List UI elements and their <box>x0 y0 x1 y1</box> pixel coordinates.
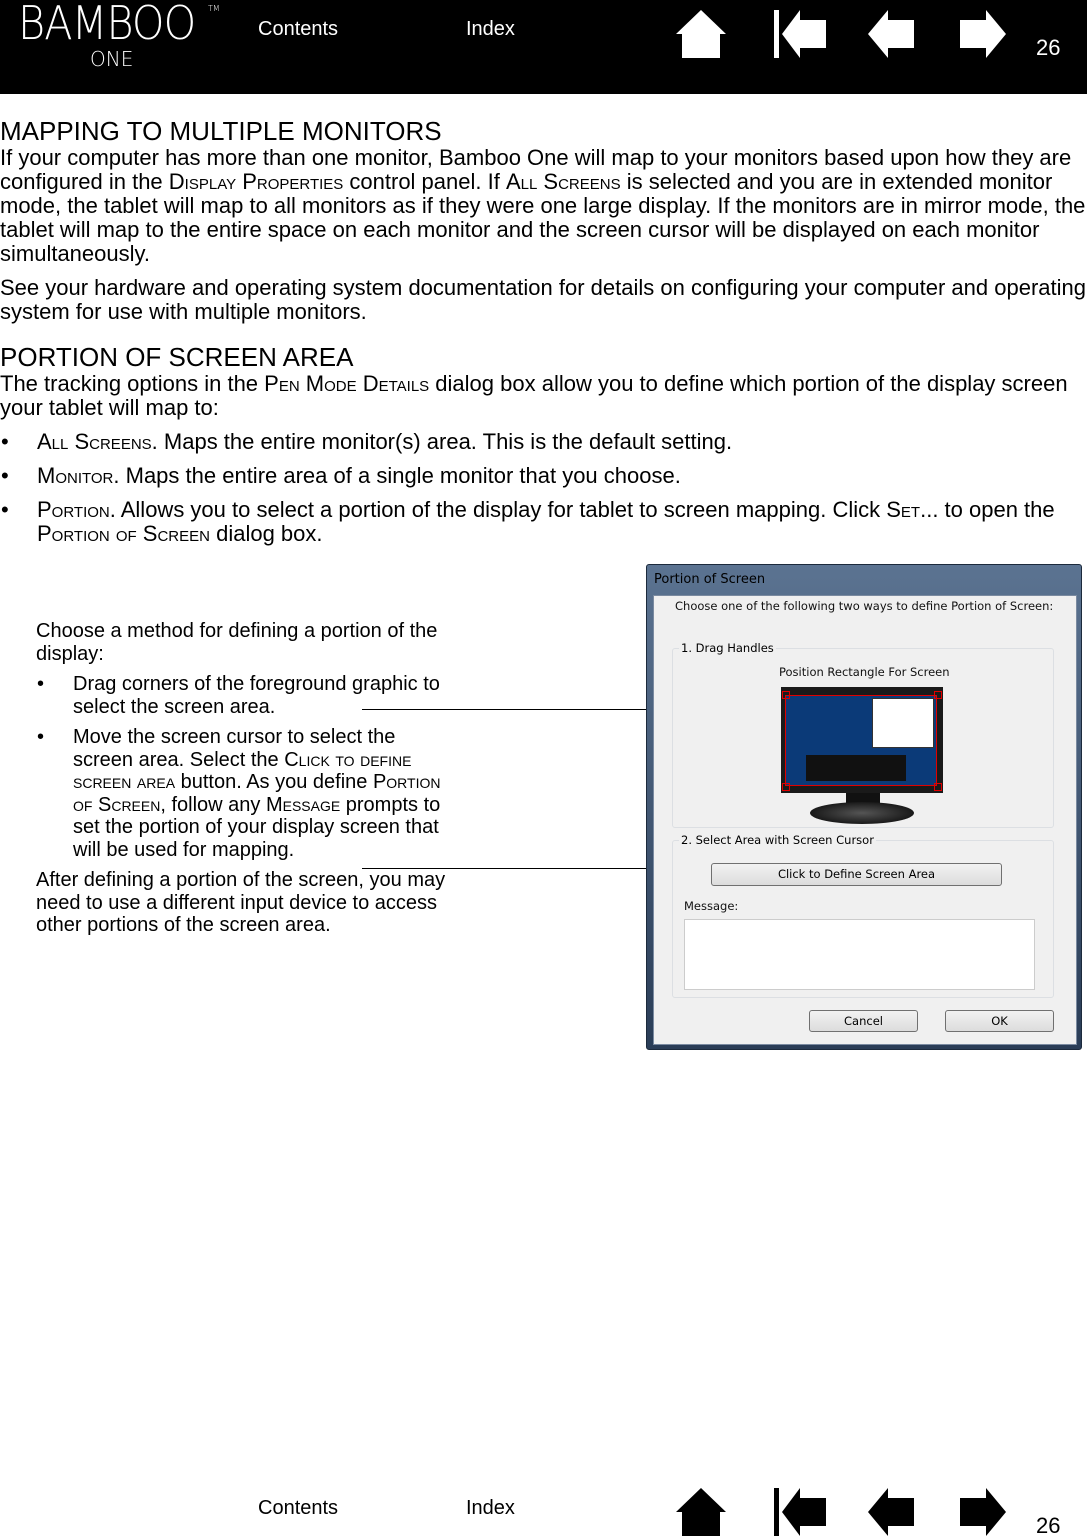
bullet-all-screens: All Screens. Maps the entire monitor(s) … <box>0 430 1087 455</box>
rect-label: Position Rectangle For Screen <box>779 665 950 679</box>
callout-intro: Choose a method for defining a portion o… <box>36 620 438 665</box>
dialog-body: Choose one of the following two ways to … <box>653 595 1077 1045</box>
drag-handle[interactable] <box>934 783 942 791</box>
home-icon[interactable] <box>674 1486 728 1538</box>
paragraph: If your computer has more than one monit… <box>0 145 1086 266</box>
bullet-portion: Portion. Allows you to select a portion … <box>0 498 1087 546</box>
drag-handle[interactable] <box>782 783 790 791</box>
dialog-instruction: Choose one of the following two ways to … <box>675 599 1054 613</box>
contents-link[interactable]: Contents <box>258 18 338 41</box>
screen-rectangle[interactable] <box>785 695 937 786</box>
callout-bullet-drag: Drag corners of the foreground graphic t… <box>36 673 456 718</box>
group-label: 2. Select Area with Screen Cursor <box>679 833 876 847</box>
callout-bullet-cursor: Move the screen cursor to select the scr… <box>36 726 456 861</box>
portion-of-screen-dialog: Portion of Screen Choose one of the foll… <box>646 564 1082 1050</box>
bullet-monitor: Monitor. Maps the entire area of a singl… <box>0 464 1087 489</box>
home-icon[interactable] <box>674 8 728 60</box>
ok-button[interactable]: OK <box>945 1010 1054 1032</box>
next-page-icon[interactable] <box>956 1486 1010 1538</box>
monitor-preview[interactable] <box>781 687 943 793</box>
page-number: 26 <box>1036 35 1061 60</box>
first-page-icon[interactable] <box>772 8 826 60</box>
monitor-base <box>810 802 914 824</box>
page-number: 26 <box>1036 1513 1061 1538</box>
cancel-button[interactable]: Cancel <box>809 1010 918 1032</box>
callout-text: Choose a method for defining a portion o… <box>36 620 456 937</box>
drag-handle[interactable] <box>782 691 790 699</box>
previous-page-icon[interactable] <box>866 8 920 60</box>
first-page-icon[interactable] <box>772 1486 826 1538</box>
group-label: 1. Drag Handles <box>679 641 776 655</box>
bamboo-one-logo: BAMBOO TM ONE <box>18 0 220 71</box>
screen-cursor-group: 2. Select Area with Screen Cursor Click … <box>672 833 1054 998</box>
message-label: Message: <box>684 899 739 913</box>
index-link[interactable]: Index <box>466 18 515 41</box>
dialog-title: Portion of Screen <box>654 572 766 587</box>
drag-handles-group: 1. Drag Handles Position Rectangle For S… <box>672 641 1054 828</box>
paragraph: See your hardware and operating system d… <box>0 275 1086 324</box>
index-link[interactable]: Index <box>466 1497 515 1520</box>
callout-after: After defining a portion of the screen, … <box>36 869 446 936</box>
paragraph: The tracking options in the Pen Mode Det… <box>0 371 1068 420</box>
next-page-icon[interactable] <box>956 8 1010 60</box>
previous-page-icon[interactable] <box>866 1486 920 1538</box>
contents-link[interactable]: Contents <box>258 1497 338 1520</box>
drag-handle[interactable] <box>934 691 942 699</box>
main-content: MAPPING TO MULTIPLE MONITORS If your com… <box>0 116 1087 546</box>
message-box <box>684 919 1035 990</box>
header-bar: BAMBOO TM ONE Contents Index 26 <box>0 0 1087 94</box>
define-screen-area-button[interactable]: Click to Define Screen Area <box>711 863 1002 886</box>
section-heading-multiple-monitors: MAPPING TO MULTIPLE MONITORS <box>0 116 442 146</box>
section-heading-portion-of-screen: PORTION OF SCREEN AREA <box>0 342 354 372</box>
